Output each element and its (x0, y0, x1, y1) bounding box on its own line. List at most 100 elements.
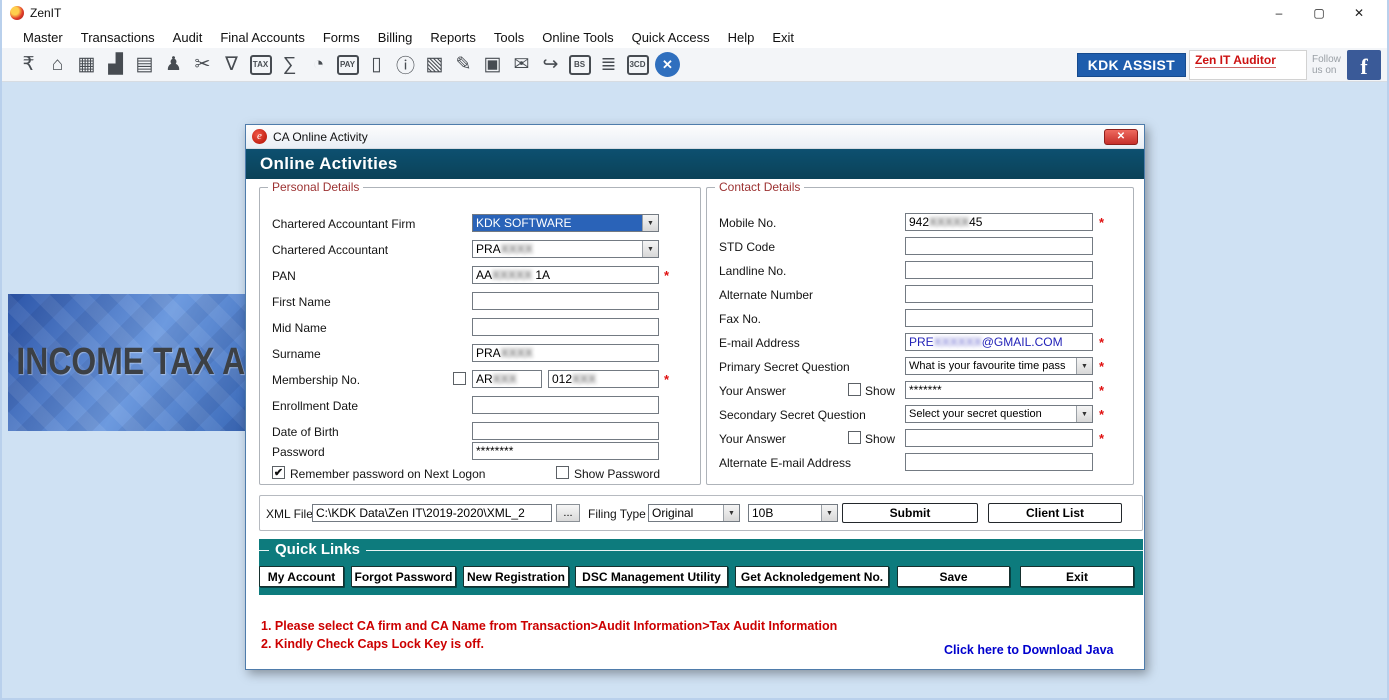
form-type-select[interactable]: 10B ▼ (748, 504, 838, 522)
fax-input[interactable] (905, 309, 1093, 327)
answer2-input[interactable] (905, 429, 1093, 447)
home-icon[interactable]: ⌂ (43, 51, 72, 79)
submit-button[interactable]: Submit (842, 503, 978, 523)
required-asterisk: * (1099, 335, 1105, 350)
dialog-close-button[interactable]: ✕ (1104, 128, 1138, 145)
document-icon[interactable]: ▯ (362, 51, 391, 79)
enrollment-input[interactable] (472, 396, 659, 414)
alt-email-input[interactable] (905, 453, 1093, 471)
logout-icon[interactable]: ↪ (536, 51, 565, 79)
menu-quick-access[interactable]: Quick Access (623, 30, 719, 45)
alt-number-input[interactable] (905, 285, 1093, 303)
show-password-checkbox[interactable] (556, 466, 569, 479)
show-answer1-checkbox[interactable] (848, 383, 861, 396)
std-input[interactable] (905, 237, 1093, 255)
quicklink-save[interactable]: Save (897, 566, 1010, 587)
answer1-input[interactable]: ******* (905, 381, 1093, 399)
income-tax-banner: INCOME TAX A (8, 294, 245, 431)
close-app-icon[interactable]: ✕ (655, 52, 680, 77)
menu-forms[interactable]: Forms (314, 30, 369, 45)
menu-master[interactable]: Master (14, 30, 72, 45)
answer1-label: Your Answer (719, 384, 786, 398)
chevron-down-icon[interactable]: ▼ (1076, 406, 1092, 422)
client-master-icon[interactable]: ♟ (159, 51, 188, 79)
facebook-icon[interactable]: f (1347, 50, 1381, 80)
download-java-link[interactable]: Click here to Download Java (944, 643, 1114, 657)
menu-reports[interactable]: Reports (421, 30, 485, 45)
balance-sheet-icon[interactable]: BS (565, 51, 594, 79)
menu-final-accounts[interactable]: Final Accounts (211, 30, 314, 45)
remember-password-checkbox[interactable]: ✔ (272, 466, 285, 479)
pie-summary-icon[interactable]: ◔ (304, 51, 333, 79)
bank-icon[interactable]: ≣ (594, 51, 623, 79)
info-icon[interactable]: ⓘ (391, 51, 420, 79)
membership-input-2[interactable]: 012 XXX (548, 370, 659, 388)
manufacturing-icon[interactable]: ▤ (130, 51, 159, 79)
menu-help[interactable]: Help (719, 30, 764, 45)
feedback-icon[interactable]: ✉ (507, 51, 536, 79)
menu-transactions[interactable]: Transactions (72, 30, 164, 45)
form-3cd-icon[interactable]: 3CD (623, 51, 652, 79)
chevron-down-icon[interactable]: ▼ (723, 505, 739, 521)
dob-input[interactable] (472, 422, 659, 440)
quicklink-my-account[interactable]: My Account (259, 566, 344, 587)
ca-select[interactable]: PRAXXXX ▼ (472, 240, 659, 258)
rupee-challan-icon[interactable]: ₹ (14, 51, 43, 79)
chevron-down-icon[interactable]: ▼ (642, 215, 658, 231)
menu-exit[interactable]: Exit (763, 30, 803, 45)
mid-name-input[interactable] (472, 318, 659, 336)
tax-computation-icon[interactable]: TAX (246, 51, 275, 79)
pan-input[interactable]: AA XXXXX 1A (472, 266, 659, 284)
chevron-down-icon[interactable]: ▼ (642, 241, 658, 257)
maximize-button[interactable]: ▢ (1299, 6, 1339, 20)
browse-button[interactable]: ... (556, 504, 580, 522)
zen-it-auditor-tab[interactable]: Zen IT Auditor (1189, 50, 1307, 80)
tools-icon[interactable]: ✂ (188, 51, 217, 79)
secondary-question-select[interactable]: Select your secret question ▼ (905, 405, 1093, 423)
dob-label: Date of Birth (272, 425, 339, 439)
show-answer2-checkbox[interactable] (848, 431, 861, 444)
menu-online-tools[interactable]: Online Tools (533, 30, 622, 45)
xml-file-label: XML File (266, 507, 313, 521)
quicklink-exit[interactable]: Exit (1020, 566, 1134, 587)
e-payment-icon[interactable]: PAY (333, 51, 362, 79)
membership-checkbox[interactable] (453, 372, 466, 385)
calendar-icon[interactable]: ▣ (478, 51, 507, 79)
primary-question-select[interactable]: What is your favourite time pass ▼ (905, 357, 1093, 375)
chevron-down-icon[interactable]: ▼ (821, 505, 837, 521)
quicklink-dsc-management-utility[interactable]: DSC Management Utility (575, 566, 728, 587)
landline-input[interactable] (905, 261, 1093, 279)
quicklink-get-acknoledgement-no-[interactable]: Get Acknoledgement No. (735, 566, 889, 587)
email-input[interactable]: PRE XXXXXX @GMAIL.COM (905, 333, 1093, 351)
menu-audit[interactable]: Audit (164, 30, 212, 45)
ca-firm-select[interactable]: KDK SOFTWARE ▼ (472, 214, 659, 232)
menu-billing[interactable]: Billing (369, 30, 422, 45)
fax-label: Fax No. (719, 312, 762, 326)
chevron-down-icon[interactable]: ▼ (1076, 358, 1092, 374)
minimize-button[interactable]: – (1259, 6, 1299, 20)
calculator-icon[interactable]: ∑ (275, 51, 304, 79)
abacus-icon[interactable]: ▧ (420, 51, 449, 79)
xml-path-input[interactable]: C:\KDK Data\Zen IT\2019-2020\XML_2 (312, 504, 552, 522)
quicklink-forgot-password[interactable]: Forgot Password (351, 566, 456, 587)
company-info-icon[interactable]: ▦ (72, 51, 101, 79)
kdk-assist-button[interactable]: KDK ASSIST (1076, 53, 1186, 77)
first-name-input[interactable] (472, 292, 659, 310)
data-entry-icon[interactable]: ✎ (449, 51, 478, 79)
ca-value: PRAXXXX (476, 242, 533, 256)
toolbar-icons: ₹ ⌂ ▦ ▟ ▤ ♟ ✂ ∇ TAX ∑ ◔ PAY ▯ ⓘ ▧ ✎ ▣ ✉ ↪ BS ≣ 3CD ✕ (14, 51, 680, 79)
filing-type-select[interactable]: Original ▼ (648, 504, 740, 522)
client-list-button[interactable]: Client List (988, 503, 1122, 523)
std-label: STD Code (719, 240, 776, 254)
password-input[interactable]: ******** (472, 442, 659, 460)
mobile-input[interactable]: 942 XXXXX 45 (905, 213, 1093, 231)
quicklink-new-registration[interactable]: New Registration (463, 566, 569, 587)
dialog-logo-icon: e (252, 129, 267, 144)
membership-input-1[interactable]: AR XXX (472, 370, 542, 388)
surname-input[interactable]: PRA XXXX (472, 344, 659, 362)
required-asterisk: * (664, 268, 670, 283)
close-button[interactable]: ✕ (1339, 6, 1379, 20)
mis-reports-icon[interactable]: ▟ (101, 51, 130, 79)
filter-icon[interactable]: ∇ (217, 51, 246, 79)
menu-tools[interactable]: Tools (485, 30, 533, 45)
